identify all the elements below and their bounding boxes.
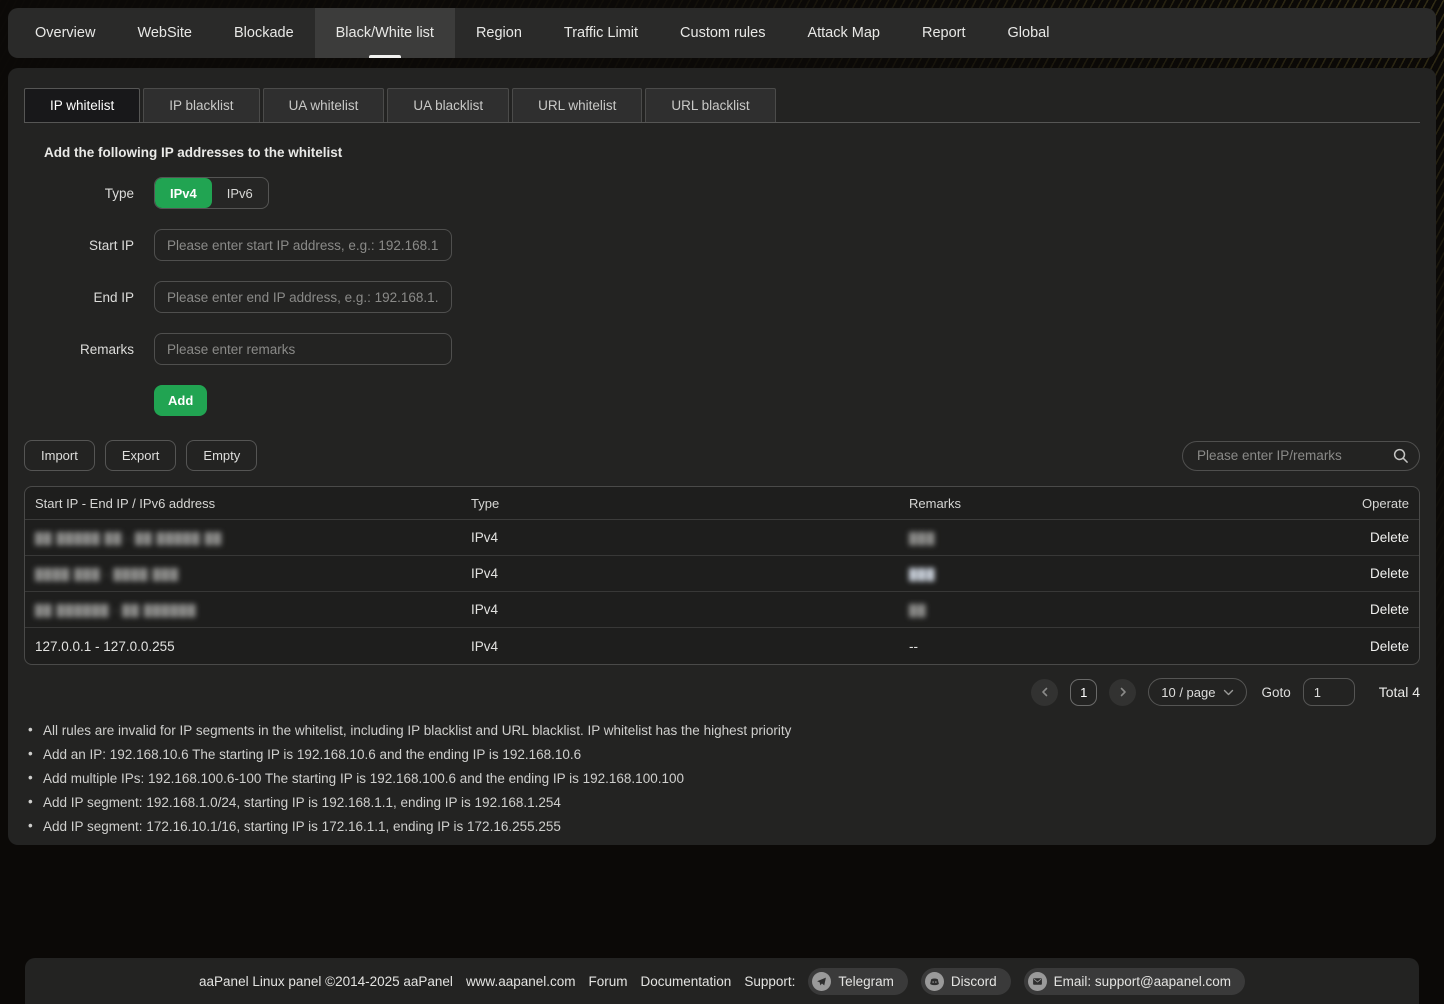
documentation-link[interactable]: Documentation <box>641 974 732 989</box>
nav-item-attack-map[interactable]: Attack Map <box>786 8 901 58</box>
nav-item-black-white-list[interactable]: Black/White list <box>315 8 455 58</box>
email-icon <box>1028 972 1047 991</box>
top-navigation: Overview WebSite Blockade Black/White li… <box>8 8 1436 58</box>
table-header: Start IP - End IP / IPv6 address Type Re… <box>25 487 1419 520</box>
export-button[interactable]: Export <box>105 440 177 471</box>
nav-item-custom-rules[interactable]: Custom rules <box>659 8 786 58</box>
search-input[interactable] <box>1197 448 1392 463</box>
telegram-icon <box>812 972 831 991</box>
remark-redacted: ███ <box>909 533 935 545</box>
form-title: Add the following IP addresses to the wh… <box>44 145 1420 160</box>
note-item: Add IP segment: 172.16.10.1/16, starting… <box>28 820 1420 834</box>
table-row: 127.0.0.1 - 127.0.0.255 IPv4 -- Delete <box>25 628 1419 664</box>
nav-item-blockade[interactable]: Blockade <box>213 8 315 58</box>
pagination: 1 10 / page Goto Total 4 <box>24 678 1420 706</box>
support-label: Support: <box>744 974 795 989</box>
ip-type-value: IPv4 <box>471 566 909 581</box>
help-notes: All rules are invalid for IP segments in… <box>28 724 1420 834</box>
tab-ua-whitelist[interactable]: UA whitelist <box>263 88 385 122</box>
telegram-button[interactable]: Telegram <box>808 968 908 995</box>
col-header-range: Start IP - End IP / IPv6 address <box>35 496 471 511</box>
ip-type-toggle: IPv4 IPv6 <box>154 177 269 209</box>
note-item: Add multiple IPs: 192.168.100.6-100 The … <box>28 772 1420 786</box>
table-row: ██ █████ ██ - ██ █████ ██ IPv4 ███ Delet… <box>25 520 1419 556</box>
goto-page-input[interactable] <box>1303 678 1355 706</box>
ip-range-redacted: ████ ███ - ████ ███ <box>35 569 179 581</box>
nav-item-label: Black/White list <box>336 25 434 41</box>
note-item: Add an IP: 192.168.10.6 The starting IP … <box>28 748 1420 762</box>
empty-button[interactable]: Empty <box>186 440 257 471</box>
col-header-remarks: Remarks <box>909 496 1299 511</box>
remark-redacted: ██ <box>909 605 927 617</box>
total-count: Total 4 <box>1379 684 1420 700</box>
nav-item-traffic-limit[interactable]: Traffic Limit <box>543 8 659 58</box>
discord-label: Discord <box>951 974 997 989</box>
chevron-down-icon <box>1223 689 1234 696</box>
delete-link[interactable]: Delete <box>1370 602 1409 617</box>
page-number-button[interactable]: 1 <box>1070 679 1097 706</box>
end-ip-label: End IP <box>24 290 134 305</box>
search-box[interactable] <box>1182 441 1420 471</box>
add-ip-form: Type IPv4 IPv6 Start IP End IP Remarks A… <box>24 177 1420 416</box>
tab-ip-blacklist[interactable]: IP blacklist <box>143 88 259 122</box>
search-icon[interactable] <box>1392 447 1409 464</box>
table-row: ██ ██████ - ██ ██████ IPv4 ██ Delete <box>25 592 1419 628</box>
tab-ip-whitelist[interactable]: IP whitelist <box>24 88 140 122</box>
remarks-label: Remarks <box>24 342 134 357</box>
remark-redacted: ███ <box>909 569 935 581</box>
ip-type-value: IPv4 <box>471 530 909 545</box>
add-button[interactable]: Add <box>154 385 207 416</box>
end-ip-input[interactable] <box>154 281 452 313</box>
nav-item-report[interactable]: Report <box>901 8 987 58</box>
page-size-value: 10 / page <box>1161 685 1215 700</box>
ipv4-toggle-option[interactable]: IPv4 <box>155 178 212 208</box>
footer: aaPanel Linux panel ©2014-2025 aaPanel w… <box>25 958 1419 1004</box>
ip-range-redacted: ██ ██████ - ██ ██████ <box>35 605 197 617</box>
email-button[interactable]: Email: support@aapanel.com <box>1024 968 1245 995</box>
import-button[interactable]: Import <box>24 440 95 471</box>
remark-value: -- <box>909 639 1299 654</box>
goto-label: Goto <box>1261 685 1290 700</box>
ip-range-value: 127.0.0.1 - 127.0.0.255 <box>35 639 471 654</box>
delete-link[interactable]: Delete <box>1370 566 1409 581</box>
nav-item-region[interactable]: Region <box>455 8 543 58</box>
remarks-input[interactable] <box>154 333 452 365</box>
list-toolbar: Import Export Empty <box>24 440 1420 471</box>
ip-range-redacted: ██ █████ ██ - ██ █████ ██ <box>35 533 222 545</box>
nav-item-website[interactable]: WebSite <box>116 8 213 58</box>
page-size-select[interactable]: 10 / page <box>1148 678 1247 706</box>
col-header-operate: Operate <box>1299 496 1409 511</box>
copyright-text: aaPanel Linux panel ©2014-2025 aaPanel <box>199 974 453 989</box>
email-label: Email: support@aapanel.com <box>1054 974 1231 989</box>
active-nav-indicator <box>369 55 401 58</box>
delete-link[interactable]: Delete <box>1370 530 1409 545</box>
tab-url-blacklist[interactable]: URL blacklist <box>645 88 775 122</box>
next-page-button[interactable] <box>1109 679 1136 706</box>
col-header-type: Type <box>471 496 909 511</box>
ip-type-value: IPv4 <box>471 639 909 654</box>
site-link[interactable]: www.aapanel.com <box>466 974 576 989</box>
main-panel: IP whitelist IP blacklist UA whitelist U… <box>8 68 1436 845</box>
delete-link[interactable]: Delete <box>1370 639 1409 654</box>
tab-ua-blacklist[interactable]: UA blacklist <box>387 88 509 122</box>
type-label: Type <box>24 186 134 201</box>
nav-item-overview[interactable]: Overview <box>14 8 116 58</box>
ipv6-toggle-option[interactable]: IPv6 <box>212 178 268 208</box>
tab-url-whitelist[interactable]: URL whitelist <box>512 88 642 122</box>
start-ip-label: Start IP <box>24 238 134 253</box>
nav-item-global[interactable]: Global <box>987 8 1071 58</box>
prev-page-button[interactable] <box>1031 679 1058 706</box>
note-item: Add IP segment: 192.168.1.0/24, starting… <box>28 796 1420 810</box>
telegram-label: Telegram <box>838 974 894 989</box>
forum-link[interactable]: Forum <box>589 974 628 989</box>
table-row: ████ ███ - ████ ███ IPv4 ███ Delete <box>25 556 1419 592</box>
discord-button[interactable]: Discord <box>921 968 1011 995</box>
list-type-tabs: IP whitelist IP blacklist UA whitelist U… <box>24 88 1420 123</box>
note-item: All rules are invalid for IP segments in… <box>28 724 1420 738</box>
whitelist-table: Start IP - End IP / IPv6 address Type Re… <box>24 486 1420 665</box>
discord-icon <box>925 972 944 991</box>
ip-type-value: IPv4 <box>471 602 909 617</box>
start-ip-input[interactable] <box>154 229 452 261</box>
